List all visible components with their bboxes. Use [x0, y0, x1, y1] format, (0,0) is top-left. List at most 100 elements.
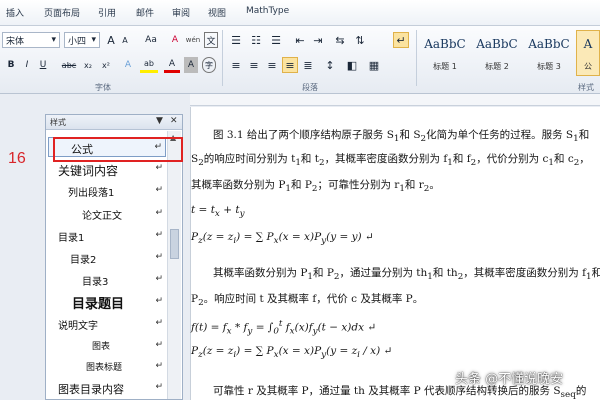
distribute-button[interactable]: ≣: [300, 57, 316, 73]
equation: Pz(z = zi) = ∑ Px(x = x)Py(y = zi / x) ↵: [191, 345, 393, 361]
italic-button[interactable]: I: [20, 57, 34, 73]
strikethrough-button[interactable]: abc: [60, 57, 78, 73]
step-number: 16: [8, 150, 26, 167]
shrink-font-button[interactable]: A: [118, 32, 132, 48]
tab-mailings[interactable]: 邮件: [136, 6, 154, 19]
paragraph-line: 其概率函数分别为 P1和 P2，通过量分别为 th1和 th2，其概率密度函数分…: [213, 267, 600, 283]
tab-page-layout[interactable]: 页面布局: [44, 6, 80, 19]
grow-font-button[interactable]: A: [104, 32, 118, 48]
tab-view[interactable]: 视图: [208, 6, 226, 19]
styles-pane-title: 样式: [50, 118, 66, 127]
style-item-keyword-content[interactable]: 关键词内容 ↵: [48, 159, 166, 179]
style-item-toc3[interactable]: 目录3 ↵: [48, 270, 166, 290]
bullets-button[interactable]: ☰: [228, 32, 244, 48]
style-heading-2[interactable]: AaBbC 标题 2: [472, 30, 522, 76]
pilcrow-icon: ↵: [155, 296, 163, 306]
paragraph-line: P2。响应时间 t 及其概率 f，代价 c 及其概率 P。: [191, 293, 424, 309]
pane-menu-icon[interactable]: ▼: [156, 116, 163, 126]
horizontal-ruler[interactable]: [190, 94, 600, 106]
tab-mathtype[interactable]: MathType: [246, 6, 289, 16]
show-marks-button[interactable]: ↵: [393, 32, 409, 48]
font-color-button[interactable]: A: [164, 57, 180, 73]
multilevel-list-icon: ☰: [271, 33, 281, 47]
justify-icon: ≡: [285, 58, 295, 72]
change-case-button[interactable]: Aa: [140, 32, 162, 48]
style-sample: AaBbC: [528, 37, 570, 51]
font-group-label: 字体: [95, 83, 111, 92]
style-item-toc2[interactable]: 目录2 ↵: [48, 248, 166, 268]
document-page[interactable]: 图 3.1 给出了两个顺序结构原子服务 S1和 S2化简为单个任务的过程。服务 …: [190, 107, 600, 400]
underline-button[interactable]: U: [36, 57, 50, 73]
outdent-icon: ⇤: [295, 33, 305, 47]
pilcrow-icon: ↵: [155, 230, 163, 240]
pilcrow-icon: ↵: [155, 318, 163, 328]
font-name-value: 宋体: [6, 36, 25, 47]
style-formula[interactable]: A 公: [576, 30, 600, 76]
highlight-button[interactable]: ab: [140, 57, 158, 73]
paragraph-line: S2的响应时间分别为 t1和 t2，其概率密度函数分别为 f1和 f2，代价分别…: [191, 153, 590, 169]
align-right-icon: ≡: [267, 58, 277, 72]
borders-button[interactable]: ▦: [366, 57, 382, 73]
style-item-toc-title[interactable]: 目录题目 ↵: [48, 292, 166, 312]
tab-review[interactable]: 审阅: [172, 6, 190, 19]
font-size-select[interactable]: 小四 ▾: [64, 32, 100, 48]
style-item-list-paragraph[interactable]: 列出段落1 ↵: [48, 181, 166, 201]
clear-format-button[interactable]: A: [168, 32, 182, 48]
pilcrow-icon: ↵: [155, 382, 163, 392]
watermark: 头条 @不懂说晚安: [455, 372, 564, 387]
superscript-button[interactable]: x²: [98, 57, 114, 73]
bold-button[interactable]: B: [4, 57, 18, 73]
style-item-figure[interactable]: 图表 ↵: [48, 336, 166, 356]
char-border-button[interactable]: 文: [204, 32, 218, 48]
style-sample: AaBbC: [424, 37, 466, 51]
font-name-select[interactable]: 宋体 ▾: [2, 32, 60, 48]
style-item-figure-toc-content[interactable]: 图表目录内容 ↵: [48, 378, 166, 398]
paragraph-group-label: 段落: [302, 83, 318, 92]
style-item-figure-title[interactable]: 图表标题 ↵: [48, 357, 166, 377]
pilcrow-icon: ↵: [155, 163, 163, 173]
tab-references[interactable]: 引用: [98, 6, 116, 19]
close-icon[interactable]: ✕: [170, 116, 178, 126]
align-center-button[interactable]: ≡: [246, 57, 262, 73]
equation: f(t) = fx * fy = ∫0t fx(x)fy(t − x)dx ↵: [191, 319, 377, 337]
bullet-list-icon: ☰: [231, 33, 241, 47]
align-right-button[interactable]: ≡: [264, 57, 280, 73]
justify-button[interactable]: ≡: [282, 57, 298, 73]
text-effects-button[interactable]: A: [120, 57, 136, 73]
style-item-thesis-body[interactable]: 论文正文 ↵: [48, 204, 166, 224]
style-name: 标题 3: [537, 62, 561, 71]
line-spacing-button[interactable]: ↕: [322, 57, 338, 73]
chinese-layout-icon: ⇆: [335, 33, 345, 47]
pilcrow-icon: ↵: [155, 274, 163, 284]
scrollbar-thumb[interactable]: [170, 229, 179, 259]
styles-pane-scrollbar[interactable]: ▲: [167, 131, 181, 399]
divider: [222, 30, 223, 86]
decrease-indent-button[interactable]: ⇤: [292, 32, 308, 48]
numbering-button[interactable]: ☷: [248, 32, 264, 48]
increase-indent-button[interactable]: ⇥: [310, 32, 326, 48]
style-item-toc1[interactable]: 目录1 ↵: [48, 226, 166, 246]
enclose-char-button[interactable]: 字: [202, 57, 216, 73]
char-shading-button[interactable]: A: [184, 57, 198, 73]
style-heading-1[interactable]: AaBbC 标题 1: [420, 30, 470, 76]
line-spacing-icon: ↕: [325, 58, 335, 72]
style-sample: A: [583, 37, 593, 51]
shading-button[interactable]: ◧: [344, 57, 360, 73]
multilevel-list-button[interactable]: ☰: [268, 32, 284, 48]
style-heading-3[interactable]: AaBbC 标题 3: [524, 30, 574, 76]
style-name: 标题 1: [433, 62, 457, 71]
phonetic-guide-button[interactable]: wén: [184, 32, 202, 48]
distribute-icon: ≣: [303, 58, 313, 72]
styles-group-label: 样式: [578, 83, 594, 92]
sort-button[interactable]: ⇅: [352, 32, 368, 48]
chinese-layout-button[interactable]: ⇆: [332, 32, 348, 48]
align-left-icon: ≡: [231, 58, 241, 72]
paint-bucket-icon: ◧: [346, 58, 358, 72]
equation: Pz(z = zi) = ∑ Px(x = x)Py(y = y) ↵: [191, 231, 374, 247]
pilcrow-icon: ↵: [396, 33, 406, 47]
subscript-button[interactable]: x₂: [80, 57, 96, 73]
align-left-button[interactable]: ≡: [228, 57, 244, 73]
style-sample: AaBbC: [476, 37, 518, 51]
style-item-caption[interactable]: 说明文字 ↵: [48, 314, 166, 334]
tab-insert[interactable]: 插入: [6, 6, 24, 19]
